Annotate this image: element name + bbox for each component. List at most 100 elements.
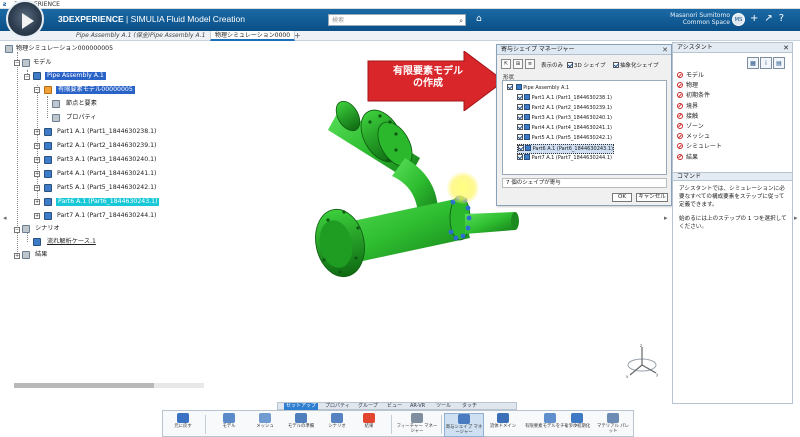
ok-button[interactable]: OK — [612, 193, 632, 202]
tree-nodes-elements[interactable]: 節点と要素 — [66, 100, 97, 108]
tree-root[interactable]: 物理シミュレーション000000005 — [16, 45, 113, 53]
step-model[interactable]: モデル — [677, 71, 722, 81]
model-button[interactable]: モデル — [211, 413, 247, 437]
tree-fem[interactable]: 有限要素モデル00000005 — [56, 86, 135, 94]
page-icon[interactable]: ▤ — [773, 57, 785, 69]
tab-view[interactable]: ビュー — [385, 403, 404, 410]
tree-part[interactable]: Part1 A.1 (Part1_1844630238.1) — [57, 128, 156, 136]
left-panel-arrow-icon[interactable]: ◂ — [3, 214, 7, 222]
cancel-button[interactable]: キャンセル — [636, 193, 668, 202]
tree-part[interactable]: Part2 A.1 (Part2_1844630239.1) — [57, 142, 156, 150]
tree-scenario[interactable]: シナリオ — [35, 225, 60, 233]
item-checkbox[interactable] — [517, 154, 523, 160]
expand-toggle[interactable]: + — [34, 185, 40, 191]
tab-setup[interactable]: セットアップ — [284, 403, 319, 410]
shape-item[interactable]: Part2 A.1 (Part2_1844630239.1) — [517, 104, 612, 112]
material-palette-button[interactable]: マテリアル パレット — [595, 413, 631, 437]
tab-ar-vr[interactable]: AR-VR — [408, 403, 427, 410]
tree-flow-case[interactable]: 流れ解析ケース.1 — [47, 238, 96, 246]
add-icon[interactable]: + — [750, 13, 758, 24]
step-physics[interactable]: 物理 — [677, 81, 722, 91]
item-checkbox[interactable] — [517, 104, 523, 110]
compass-icon[interactable] — [6, 0, 44, 38]
help-icon[interactable]: ? — [779, 13, 784, 24]
item-checkbox[interactable] — [517, 124, 523, 130]
shape-item[interactable]: Part7 A.1 (Part7_1844630244.1) — [517, 154, 612, 162]
fluid-domain-button[interactable]: 流体ドメイン — [485, 413, 521, 437]
feature-manager-button[interactable]: フィーチャー マネージャー — [395, 413, 439, 437]
tree-model[interactable]: モデル — [33, 59, 52, 67]
tree-results[interactable]: 結果 — [35, 251, 47, 259]
grid-view-icon[interactable]: ▦ — [747, 57, 759, 69]
expand-toggle[interactable]: + — [34, 157, 40, 163]
expand-toggle[interactable]: + — [14, 253, 20, 259]
model-init-button[interactable]: モデル初期化 — [559, 413, 595, 437]
tree-scrollbar[interactable] — [14, 383, 204, 388]
avatar[interactable]: MS — [732, 13, 745, 26]
item-checkbox[interactable] — [518, 145, 524, 151]
compass-triad-icon[interactable]: z y x — [622, 343, 662, 383]
search-icon[interactable]: ⌕ — [459, 16, 463, 27]
shape-item[interactable]: Part3 A.1 (Part3_1844630240.1) — [517, 114, 612, 122]
tab-pipe-assembly-preserve[interactable]: Pipe Assembly A.1 (保全) — [72, 31, 154, 41]
user-info[interactable]: Masanori Sumitomo Common Space — [650, 12, 730, 26]
new-tab-icon[interactable]: + — [294, 31, 301, 41]
collapse-toggle[interactable]: − — [14, 60, 20, 66]
collapse-toggle[interactable]: − — [14, 227, 20, 233]
scenario-button[interactable]: シナリオ — [319, 413, 355, 437]
expand-toggle[interactable]: + — [34, 213, 40, 219]
tab-physics-simulation[interactable]: 物理シミュレーション0000 — [210, 31, 296, 41]
tab-tools[interactable]: ツール — [434, 403, 453, 410]
tab-touch[interactable]: タッチ — [460, 403, 479, 410]
tree-properties[interactable]: プロパティ — [66, 114, 97, 122]
shape-item-selected[interactable]: Part6 A.1 (Part6_1844630243.1) — [517, 144, 614, 154]
shape-item[interactable]: Part5 A.1 (Part5_1844630242.1) — [517, 134, 612, 142]
select-icon[interactable]: ⇱ — [501, 59, 511, 69]
contributing-shape-manager-button[interactable]: 寄与シェイプ マネージャー — [444, 413, 484, 437]
scrollbar-thumb[interactable] — [14, 383, 154, 388]
step-results[interactable]: 結果 — [677, 153, 722, 163]
filter-icon[interactable]: ⊞ — [513, 59, 523, 69]
expand-toggle[interactable]: + — [34, 129, 40, 135]
item-checkbox[interactable] — [517, 94, 523, 100]
opt-abstract-shape[interactable]: 抽象化シェイプ — [613, 61, 659, 69]
step-simulate[interactable]: シミュレート — [677, 142, 722, 152]
tab-pipe-assembly[interactable]: Pipe Assembly A.1 — [146, 31, 209, 41]
mesh-button[interactable]: メッシュ — [247, 413, 283, 437]
expand-toggle[interactable]: + — [34, 171, 40, 177]
opt-3d-shape[interactable]: 3D シェイプ — [567, 61, 605, 69]
list-icon[interactable]: ≡ — [525, 59, 535, 69]
tree-part[interactable]: Part3 A.1 (Part3_1844630240.1) — [57, 156, 156, 164]
undo-button[interactable]: 元に戻す — [165, 413, 201, 437]
item-checkbox[interactable] — [517, 134, 523, 140]
step-zone[interactable]: ゾーン — [677, 122, 722, 132]
step-contact[interactable]: 接触 — [677, 112, 722, 122]
shape-item[interactable]: Part4 A.1 (Part4_1844630241.1) — [517, 124, 612, 132]
tree-part[interactable]: Part4 A.1 (Part4_1844630241.1) — [57, 170, 156, 178]
tab-groups[interactable]: グループ — [356, 403, 380, 410]
tree-part-selected[interactable]: Part6 A.1 (Part6_1844630243.1) — [56, 198, 160, 206]
expand-toggle[interactable]: + — [34, 143, 40, 149]
tree-part[interactable]: Part5 A.1 (Part5_1844630242.1) — [57, 184, 156, 192]
tab-properties[interactable]: プロパティ — [323, 403, 352, 410]
step-mesh[interactable]: メッシュ — [677, 132, 722, 142]
tag-icon[interactable]: ⌂ — [476, 14, 482, 24]
search-input[interactable]: 検索 ⌕ — [328, 14, 466, 26]
results-button[interactable]: 結果 — [351, 413, 387, 437]
close-icon[interactable]: ✕ — [662, 45, 668, 55]
collapse-toggle[interactable]: − — [34, 87, 40, 93]
opt-abstract-checkbox[interactable] — [613, 62, 619, 68]
collapse-toggle[interactable]: − — [24, 74, 30, 80]
step-initial-conditions[interactable]: 初期条件 — [677, 91, 722, 101]
expand-toggle[interactable]: + — [34, 199, 40, 205]
tree-pipe-assembly[interactable]: Pipe Assembly A.1 — [45, 72, 106, 80]
item-checkbox[interactable] — [517, 114, 523, 120]
tree-part[interactable]: Part7 A.1 (Part7_1844630244.1) — [57, 212, 156, 220]
model-prep-button[interactable]: モデルの準備 — [283, 413, 319, 437]
root-checkbox[interactable] — [507, 84, 513, 90]
close-icon[interactable]: ✕ — [783, 43, 789, 53]
collapse-panel-arrow-icon[interactable]: ▸ — [794, 214, 798, 222]
shape-item[interactable]: Part1 A.1 (Part1_1844630238.1) — [517, 94, 612, 102]
shape-root-item[interactable]: Pipe Assembly A.1 — [507, 84, 569, 92]
info-icon[interactable]: i — [760, 57, 772, 69]
